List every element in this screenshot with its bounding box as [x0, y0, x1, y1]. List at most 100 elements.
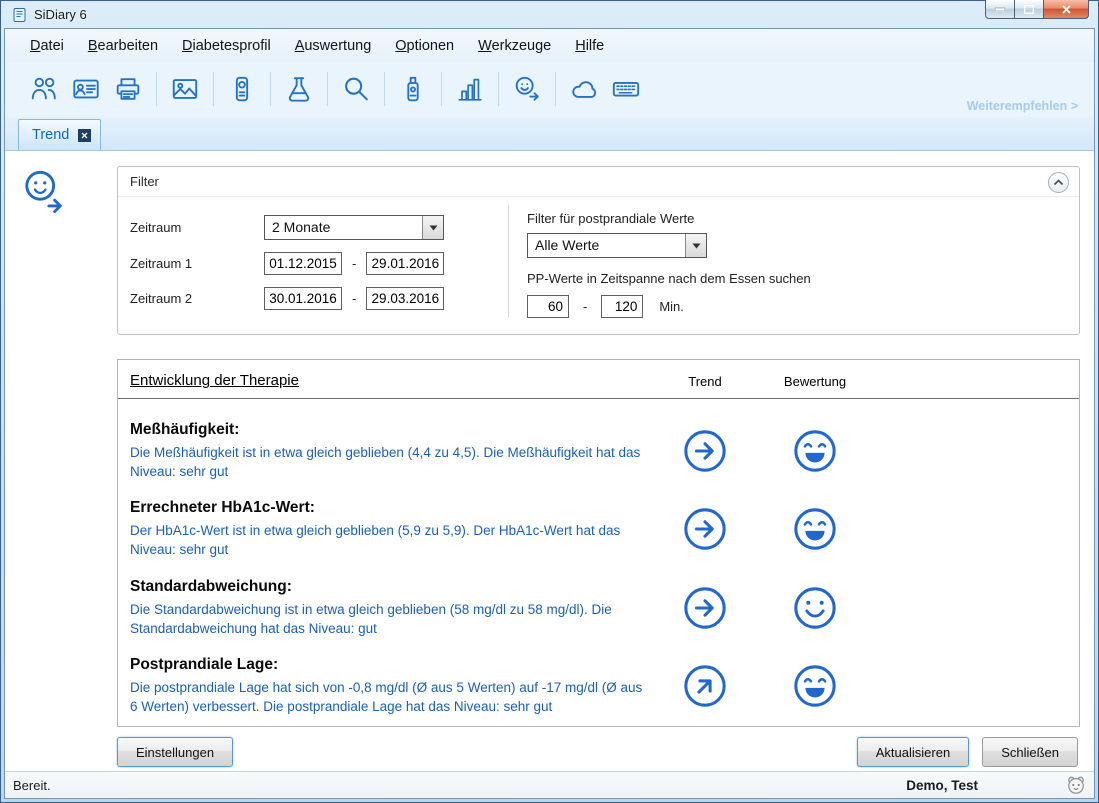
toolbar-separator — [384, 72, 385, 106]
tabstrip: Trend — [5, 116, 1094, 151]
therapy-panel: Entwicklung der Therapie Trend Bewertung… — [117, 359, 1080, 727]
patients-button[interactable] — [23, 68, 65, 110]
menu-hilfe[interactable]: Hilfe — [566, 33, 613, 59]
menu-diabetesprofil[interactable]: Diabetesprofil — [173, 33, 280, 59]
toolbar-separator — [555, 72, 556, 106]
lab-button[interactable] — [278, 68, 320, 110]
arrow-right-circle-icon — [682, 585, 728, 631]
window-title: SiDiary 6 — [34, 7, 87, 22]
menu-optionen[interactable]: Optionen — [386, 33, 463, 59]
menu-auswertung[interactable]: Auswertung — [286, 33, 381, 59]
tab-close-button[interactable] — [78, 129, 91, 142]
menubar: Datei Bearbeiten Diabetesprofil Auswertu… — [4, 28, 1095, 62]
grin-smiley-icon — [792, 663, 838, 709]
zeitraum1-to-input[interactable] — [366, 252, 444, 275]
statusbar: Bereit. Demo, Test — [5, 771, 1094, 798]
zeitraum1-from-input[interactable] — [264, 252, 342, 275]
zeitraum2-to-input[interactable] — [366, 287, 444, 310]
row-description: Die Standardabweichung ist in etwa gleic… — [130, 600, 650, 638]
einstellungen-button[interactable]: Einstellungen — [117, 737, 233, 767]
trend-page-smiley-icon — [22, 169, 68, 220]
zeitraum2-from-input[interactable] — [264, 287, 342, 310]
trend-column-header: Trend — [650, 374, 760, 389]
arrow-right-circle-icon — [682, 428, 728, 474]
therapy-row: Errechneter HbA1c-Wert: Der HbA1c-Wert i… — [118, 491, 1079, 569]
toolbar-separator — [156, 72, 157, 106]
collapse-filter-button[interactable] — [1048, 172, 1069, 193]
menu-datei[interactable]: Datei — [21, 33, 73, 59]
patient-record-button[interactable] — [65, 68, 107, 110]
pp-filter-label: Filter für postprandiale Werte — [527, 211, 811, 226]
toolbar-separator — [270, 72, 271, 106]
device-icon — [227, 74, 257, 104]
keyboard-button[interactable] — [605, 68, 647, 110]
glucometer-icon — [398, 74, 428, 104]
minimize-button[interactable] — [985, 0, 1015, 19]
zeitraum-label: Zeitraum — [130, 220, 264, 235]
statistics-button[interactable] — [449, 68, 491, 110]
pp-filter-select[interactable]: Alle Werte — [527, 233, 707, 258]
row-heading: Postprandiale Lage: — [130, 656, 650, 674]
patients-icon — [29, 74, 59, 104]
toolbar-separator — [498, 72, 499, 106]
titlebar: SiDiary 6 — [4, 1, 1095, 28]
content-area: Filter Zeitraum 2 Monate — [5, 151, 1094, 771]
row-description: Die postprandiale Lage hat sich von -0,8… — [130, 678, 650, 716]
picture-icon — [170, 74, 200, 104]
therapy-row: Postprandiale Lage: Die postprandiale La… — [118, 648, 1079, 726]
chevron-up-icon — [1053, 179, 1064, 186]
pp-span-label: PP-Werte in Zeitspanne nach dem Essen su… — [527, 271, 811, 286]
pp-to-input[interactable] — [601, 295, 643, 318]
print-button[interactable] — [107, 68, 149, 110]
picture-button[interactable] — [164, 68, 206, 110]
row-heading: Errechneter HbA1c-Wert: — [130, 499, 650, 517]
zeitraum-select-dropdown-icon[interactable] — [422, 216, 443, 239]
menu-bearbeiten[interactable]: Bearbeiten — [79, 33, 167, 59]
recommend-link[interactable]: Weiterempfehlen > — [967, 99, 1078, 113]
pp-filter-select-dropdown-icon[interactable] — [685, 234, 706, 257]
search-button[interactable] — [335, 68, 377, 110]
zeitraum-select[interactable]: 2 Monate — [264, 215, 444, 240]
mascot-icon[interactable] — [1066, 775, 1086, 795]
bewertung-column-header: Bewertung — [760, 374, 870, 389]
maximize-button[interactable] — [1015, 0, 1043, 19]
zeitraum1-label: Zeitraum 1 — [130, 256, 264, 271]
toolbar: Weiterempfehlen > — [5, 62, 1094, 116]
arrow-up-right-circle-icon — [682, 663, 728, 709]
cloud-sync-button[interactable] — [563, 68, 605, 110]
cloud-sync-icon — [569, 74, 599, 104]
trend-smiley-icon — [512, 74, 542, 104]
range-dash: - — [352, 256, 356, 271]
smile-smiley-icon — [792, 585, 838, 631]
row-heading: Meßhäufigkeit: — [130, 421, 650, 439]
trend-button[interactable] — [506, 68, 548, 110]
filter-panel: Filter Zeitraum 2 Monate — [117, 166, 1080, 335]
status-user-label: Demo, Test — [906, 778, 978, 793]
lab-icon — [284, 74, 314, 104]
tab-trend[interactable]: Trend — [18, 119, 101, 150]
toolbar-separator — [213, 72, 214, 106]
menu-werkzeuge[interactable]: Werkzeuge — [469, 33, 560, 59]
aktualisieren-button[interactable]: Aktualisieren — [857, 737, 969, 767]
minimize-icon — [995, 7, 1005, 11]
row-description: Die Meßhäufigkeit ist in etwa gleich geb… — [130, 443, 650, 481]
close-button[interactable] — [1043, 0, 1089, 19]
schliessen-button[interactable]: Schließen — [982, 737, 1078, 767]
window-controls — [985, 0, 1089, 19]
footer-buttons: Einstellungen Aktualisieren Schließen — [117, 737, 1078, 767]
toolbar-separator — [441, 72, 442, 106]
glucometer-button[interactable] — [392, 68, 434, 110]
pp-unit-label: Min. — [659, 299, 684, 314]
tab-trend-label: Trend — [32, 127, 69, 143]
range-dash: - — [352, 291, 356, 306]
row-heading: Standardabweichung: — [130, 578, 650, 596]
range-dash: - — [583, 299, 587, 314]
device-button[interactable] — [221, 68, 263, 110]
therapy-title: Entwicklung der Therapie — [130, 372, 650, 389]
therapy-row: Standardabweichung: Die Standardabweichu… — [118, 570, 1079, 648]
row-description: Der HbA1c-Wert ist in etwa gleich geblie… — [130, 521, 650, 559]
maximize-icon — [1024, 5, 1034, 14]
pp-from-input[interactable] — [527, 295, 569, 318]
app-icon — [12, 7, 28, 23]
zeitraum2-label: Zeitraum 2 — [130, 291, 264, 306]
